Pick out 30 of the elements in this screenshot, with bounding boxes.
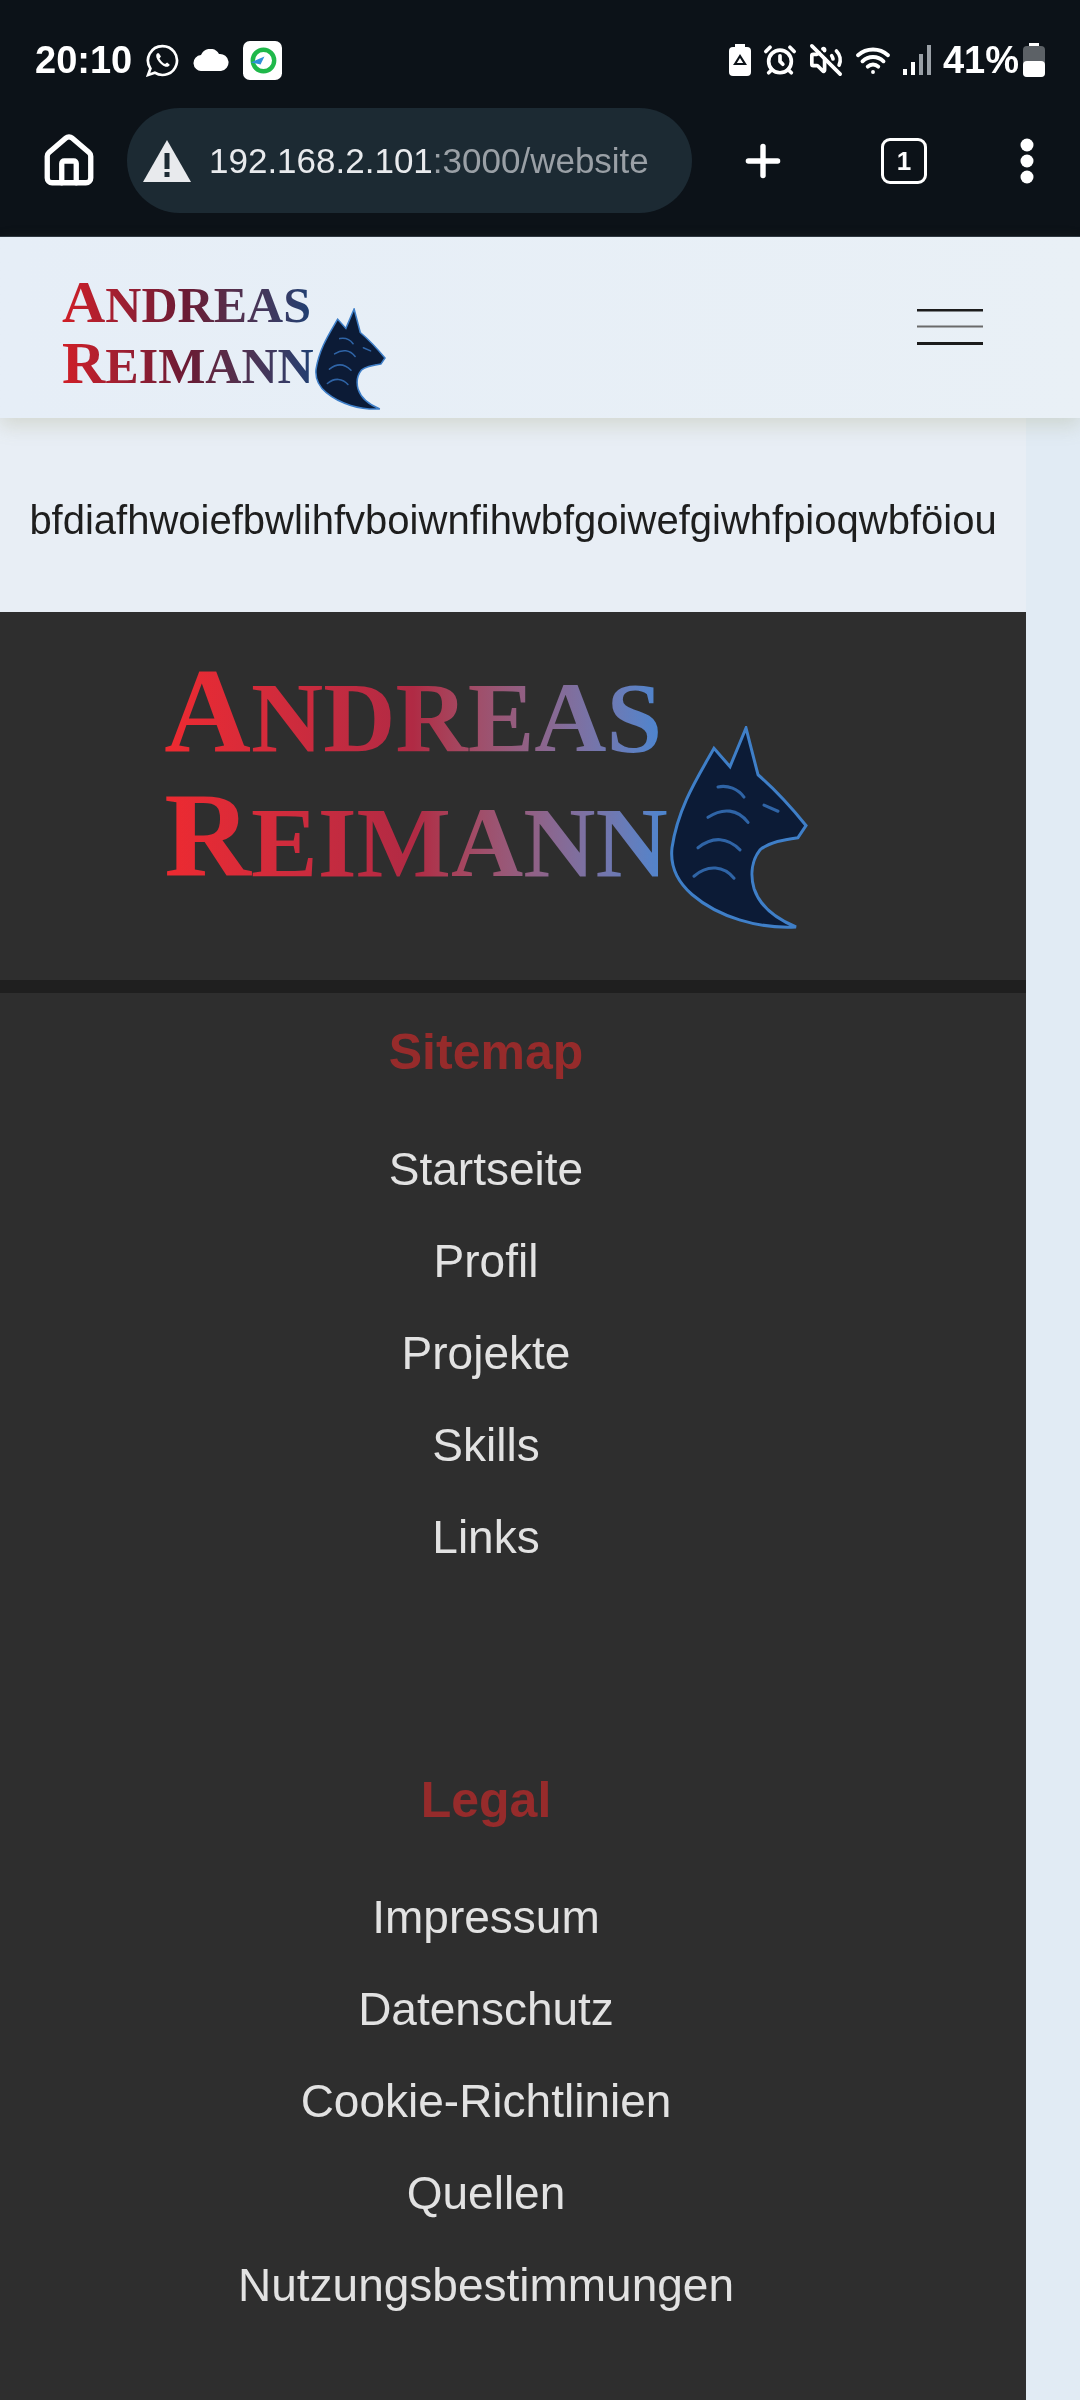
battery-percent: 41% — [942, 41, 1019, 79]
section-heading: Legal — [420, 1771, 552, 1830]
wolf-head-icon — [313, 308, 386, 410]
phone-bubble-icon — [146, 43, 180, 77]
battery-icon — [1023, 43, 1045, 77]
footer-link[interactable]: Nutzungsbestimmungen — [237, 2239, 735, 2331]
cloud-icon — [193, 49, 230, 71]
footer-link[interactable]: Startseite — [388, 1123, 584, 1215]
footer-link[interactable]: Links — [432, 1491, 540, 1583]
footer-link[interactable]: Impressum — [372, 1871, 600, 1963]
warning-icon — [143, 139, 191, 182]
menu-icon[interactable] — [917, 309, 983, 345]
footer-link[interactable]: Skills — [432, 1399, 540, 1491]
footer-link[interactable]: Quellen — [406, 2147, 566, 2239]
signal-bars-icon — [902, 45, 931, 75]
body-text: bfdiafhwoiefbwlihfvboiwnfihwbfgoiwefgiwhfpioqwbföiou — [29, 500, 997, 540]
footer-link[interactable]: Cookie-Richtlinien — [300, 2055, 672, 2147]
battery-recycle-icon — [728, 44, 751, 76]
muted-speaker-icon — [808, 43, 843, 77]
footer-link[interactable]: Profil — [433, 1215, 539, 1307]
section-heading: Sitemap — [388, 1023, 584, 1082]
url-text: 192.168.2.101:3000/website — [209, 143, 649, 178]
tab-count-button[interactable]: 1 — [881, 137, 927, 184]
wolf-head-icon — [667, 726, 808, 929]
more-menu-icon[interactable] — [1019, 137, 1034, 184]
status-time: 20:10 — [35, 41, 133, 79]
footer-link[interactable]: Projekte — [401, 1307, 571, 1399]
alarm-clock-icon — [762, 43, 797, 77]
address-bar[interactable]: 192.168.2.101:3000/website — [127, 108, 692, 213]
footer-link[interactable]: Datenschutz — [358, 1963, 614, 2055]
